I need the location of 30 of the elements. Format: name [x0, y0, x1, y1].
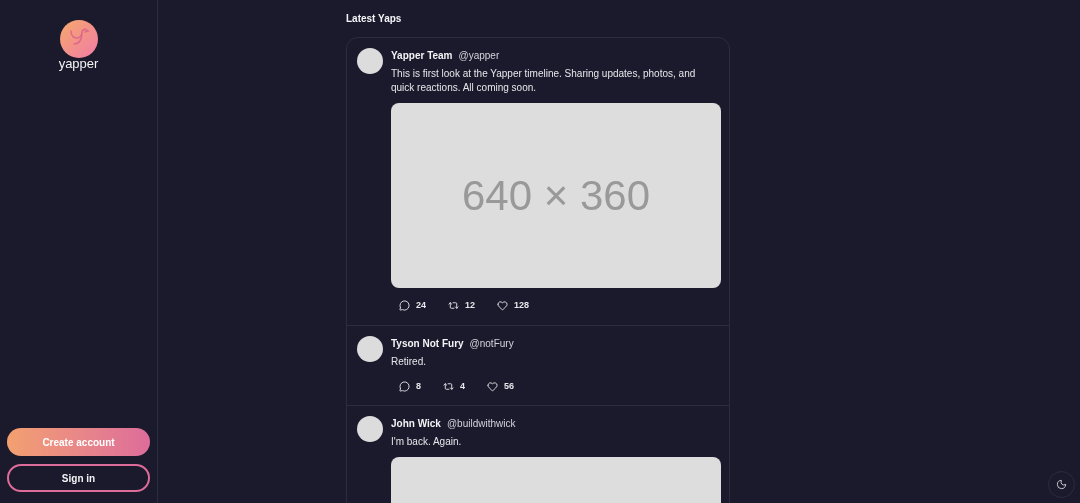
avatar	[357, 335, 383, 362]
author-name: Yapper Team	[391, 49, 453, 63]
author-handle: @yapper	[458, 49, 500, 63]
image-placeholder-text: 640 × 360	[462, 171, 650, 221]
avatar	[357, 416, 383, 442]
comment-icon[interactable]	[399, 300, 410, 312]
post-text: I'm back. Again.	[391, 435, 463, 449]
author-name: John Wick	[391, 417, 441, 431]
avatar	[357, 48, 383, 74]
author-handle: @notFury	[469, 336, 514, 351]
count-text: 24	[416, 299, 426, 312]
count-text: 56	[504, 379, 515, 393]
author-name: Tyson Not Fury	[391, 336, 464, 351]
moon-icon	[1056, 479, 1067, 490]
post-text: Retired.	[391, 354, 427, 369]
heart-icon[interactable]	[497, 300, 509, 312]
count-text: 12	[465, 299, 476, 312]
count-text: 8	[416, 379, 421, 393]
sign-in-button[interactable]: Sign in	[7, 464, 150, 492]
feed-title: Latest Yaps	[346, 12, 403, 26]
heart-icon[interactable]	[487, 380, 499, 392]
repost-icon[interactable]	[443, 380, 454, 392]
comment-icon[interactable]	[399, 380, 410, 392]
bird-logo-icon	[59, 20, 98, 58]
brand-name: yapper	[58, 57, 99, 70]
count-text: 4	[460, 379, 466, 393]
repost-icon[interactable]	[448, 300, 459, 312]
author-handle: @buildwithwick	[446, 417, 516, 431]
post-text: This is first look at the Yapper timeline. Sharing updates, photos, and quick reactions. All coming soon.	[391, 67, 697, 95]
count-text: 128	[514, 299, 530, 312]
